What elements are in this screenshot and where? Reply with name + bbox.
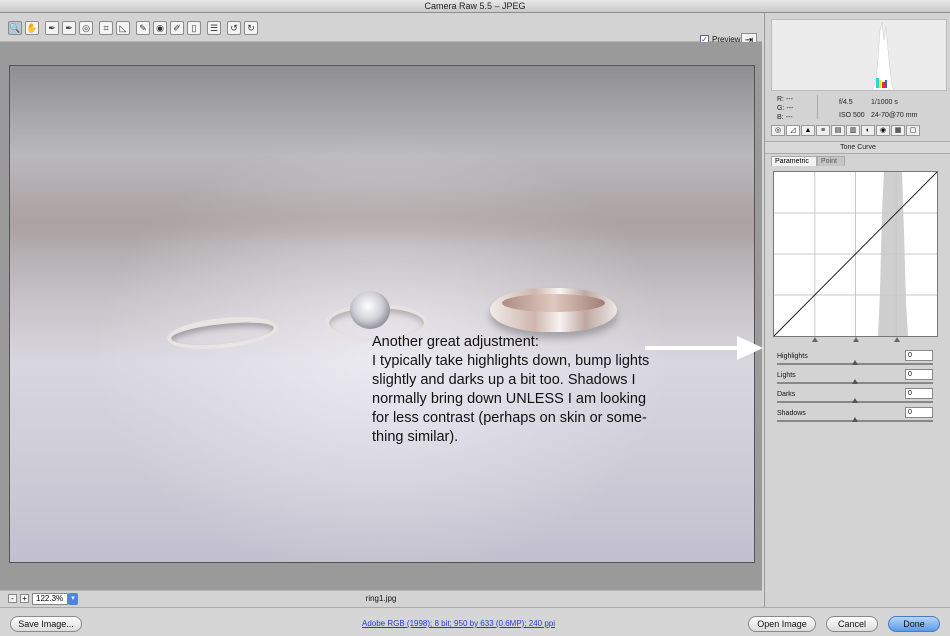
- hand-tool[interactable]: ✋: [25, 21, 39, 35]
- done-button[interactable]: Done: [888, 616, 940, 632]
- g-label: G:: [777, 105, 785, 112]
- histogram-graph: [871, 21, 895, 91]
- tab-tone-curve[interactable]: ◿: [786, 125, 800, 136]
- section-title: Tone Curve: [765, 141, 950, 154]
- effects-icon: ◐: [865, 127, 871, 134]
- hsl-icon: ≡: [820, 127, 826, 134]
- basic-icon: ◎: [774, 127, 782, 134]
- targeted-adjustment-tool[interactable]: ◎: [79, 21, 93, 35]
- g-value: ---: [786, 105, 794, 112]
- split-highlights-handle[interactable]: [894, 337, 900, 342]
- tone-curve-graph[interactable]: [773, 171, 938, 337]
- tab-effects[interactable]: ◐: [861, 125, 875, 136]
- slider-label: Shadows: [777, 410, 806, 417]
- split-shadows-handle[interactable]: [812, 337, 818, 342]
- eye-icon: ◉: [156, 23, 164, 33]
- slider-label: Lights: [777, 372, 796, 379]
- tab-basic[interactable]: ◎: [771, 125, 785, 136]
- red-eye-tool[interactable]: ◉: [153, 21, 167, 35]
- image-preview-area[interactable]: Another great adjustment: I typically ta…: [0, 42, 763, 590]
- r-label: R:: [777, 96, 784, 103]
- lens-corrections-icon: ▥: [849, 127, 857, 134]
- save-image-button[interactable]: Save Image...: [10, 616, 82, 632]
- rotate-cw-icon: ↻: [247, 23, 255, 33]
- camera-calibration-icon: ◉: [879, 127, 887, 134]
- slider-value-input[interactable]: 0: [905, 407, 933, 418]
- b-label: B:: [777, 114, 784, 121]
- detail-icon: ▲: [804, 127, 812, 134]
- rotate-ccw-icon: ↺: [230, 23, 238, 33]
- slider-label: Darks: [777, 391, 796, 398]
- open-image-button[interactable]: Open Image: [748, 616, 816, 632]
- toolbar: ✓ Preview ⇥ 🔍 ✋ ✒ ✒ ◎ ⌗ ◺ ✎ ◉ ✐ ▯ ☰ ↺ ↻: [0, 13, 762, 49]
- lens: 24-70@70 mm: [871, 112, 918, 119]
- tab-hsl[interactable]: ≡: [816, 125, 830, 136]
- spot-removal-tool[interactable]: ✎: [136, 21, 150, 35]
- split-toning-icon: ▤: [834, 127, 842, 134]
- hand-icon: ✋: [26, 23, 38, 33]
- brush-icon: ✐: [173, 23, 181, 33]
- slider-thumb[interactable]: [852, 417, 858, 422]
- slider-value-input[interactable]: 0: [905, 388, 933, 399]
- split-midtones-handle[interactable]: [853, 337, 859, 342]
- brush-spot-icon: ✎: [139, 23, 147, 33]
- annotation-arrow-icon: [645, 336, 763, 360]
- preferences-tool[interactable]: ☰: [207, 21, 221, 35]
- tab-lens-corrections[interactable]: ▥: [846, 125, 860, 136]
- snapshots-icon: ▢: [909, 127, 917, 134]
- straighten-tool[interactable]: ◺: [116, 21, 130, 35]
- workflow-options-link[interactable]: Adobe RGB (1998); 8 bit; 950 by 633 (0.6…: [362, 619, 555, 628]
- file-name: ring1.jpg: [365, 594, 397, 603]
- shutter-speed: 1/1000 s: [871, 99, 898, 106]
- crop-icon: ⌗: [103, 23, 109, 33]
- status-bar: - + 122.3% ▾ ring1.jpg: [0, 590, 762, 607]
- tab-split-toning[interactable]: ▤: [831, 125, 845, 136]
- graduated-filter-tool[interactable]: ▯: [187, 21, 201, 35]
- tab-presets[interactable]: ▦: [891, 125, 905, 136]
- slider-value-input[interactable]: 0: [905, 369, 933, 380]
- white-balance-tool[interactable]: ✒: [45, 21, 59, 35]
- rotate-left-tool[interactable]: ↺: [227, 21, 241, 35]
- tab-camera-calibration[interactable]: ◉: [876, 125, 890, 136]
- iso: ISO 500: [839, 112, 865, 119]
- window-title: Camera Raw 5.5 – JPEG: [0, 0, 950, 13]
- cancel-button[interactable]: Cancel: [826, 616, 878, 632]
- annotation-text: Another great adjustment: I typically ta…: [372, 334, 650, 445]
- straighten-icon: ◺: [119, 23, 127, 33]
- histogram: [771, 19, 947, 91]
- aperture: f/4.5: [839, 99, 853, 106]
- presets-icon: ▦: [894, 127, 902, 134]
- rotate-right-tool[interactable]: ↻: [244, 21, 258, 35]
- slider-thumb[interactable]: [852, 379, 858, 384]
- r-value: ---: [785, 96, 793, 103]
- photo-ring-band: [165, 312, 280, 354]
- adjustment-brush-tool[interactable]: ✐: [170, 21, 184, 35]
- color-sampler-tool[interactable]: ✒: [62, 21, 76, 35]
- target-icon: ◎: [82, 23, 90, 33]
- b-value: ---: [785, 114, 793, 121]
- slider-label: Highlights: [777, 353, 808, 360]
- slider-value-input[interactable]: 0: [905, 350, 933, 361]
- photo-diamond: [350, 291, 390, 329]
- gradient-icon: ▯: [191, 23, 197, 33]
- eyedropper-icon: ✒: [48, 23, 56, 33]
- panel-tabs: ◎ ◿ ▲ ≡ ▤ ▥ ◐ ◉ ▦ ▢: [771, 125, 947, 137]
- slider-thumb[interactable]: [852, 398, 858, 403]
- camera-info: R: --- G: --- B: --- f/4.5 ISO 500 1/100…: [771, 93, 947, 121]
- photo-ring-wide: [490, 288, 617, 332]
- tone-curve-icon: ◿: [790, 127, 796, 134]
- bottom-bar: Save Image... Adobe RGB (1998); 8 bit; 9…: [0, 607, 950, 636]
- eyedropper-target-icon: ✒: [65, 23, 73, 33]
- list-icon: ☰: [209, 23, 219, 33]
- zoom-tool[interactable]: 🔍: [8, 21, 22, 35]
- slider-thumb[interactable]: [852, 360, 858, 365]
- tab-parametric[interactable]: Parametric: [771, 156, 817, 166]
- tab-detail[interactable]: ▲: [801, 125, 815, 136]
- crop-tool[interactable]: ⌗: [99, 21, 113, 35]
- tab-snapshots[interactable]: ▢: [906, 125, 920, 136]
- photo-preview[interactable]: [9, 65, 755, 563]
- magnifier-icon: 🔍: [9, 23, 21, 33]
- adjustments-panel: R: --- G: --- B: --- f/4.5 ISO 500 1/100…: [764, 13, 950, 607]
- tab-point[interactable]: Point: [817, 156, 845, 166]
